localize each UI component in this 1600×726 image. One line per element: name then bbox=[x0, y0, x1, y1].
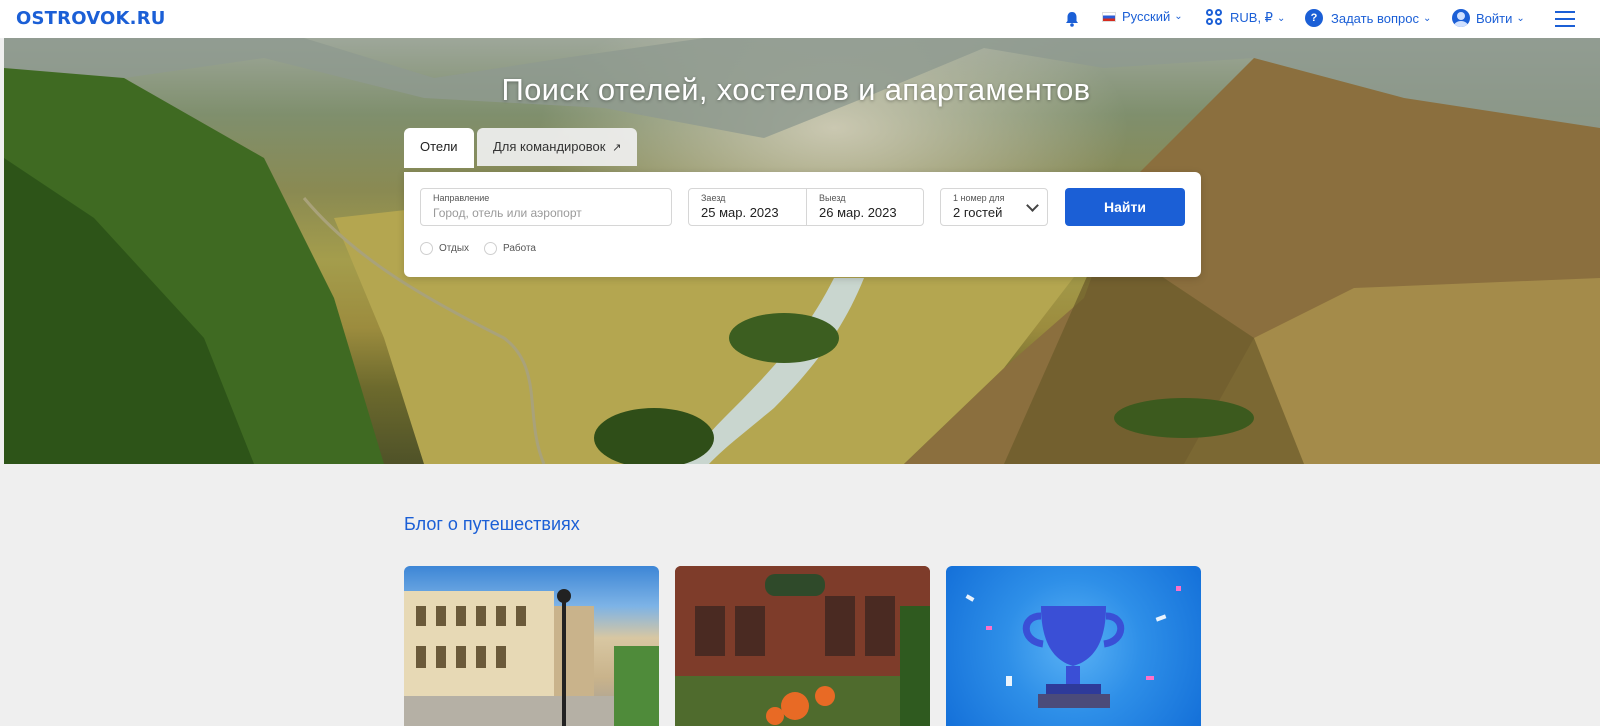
blog-section-title: Блог о путешествиях bbox=[404, 514, 580, 534]
radio-leisure[interactable]: Отдых bbox=[420, 242, 469, 255]
garden-restaurant-photo bbox=[675, 566, 930, 726]
radio-circle bbox=[420, 242, 433, 255]
language-selector[interactable]: Русский ⌄ bbox=[1102, 9, 1183, 24]
radio-work-label: Работа bbox=[503, 243, 536, 254]
checkout-date-field[interactable]: Выезд 26 мар. 2023 bbox=[806, 188, 924, 226]
chevron-down-icon: ⌄ bbox=[1516, 12, 1525, 24]
tab-business-trips-label: Для командировок bbox=[493, 139, 606, 154]
search-button[interactable]: Найти bbox=[1065, 188, 1185, 226]
hero-title: Поиск отелей, хостелов и апартаментов bbox=[501, 72, 1091, 107]
external-link-icon: ↗ bbox=[612, 142, 622, 154]
currency-icon bbox=[1206, 9, 1224, 27]
bell-icon[interactable] bbox=[1063, 10, 1081, 28]
guests-selector[interactable]: 1 номер для 2 гостей bbox=[940, 188, 1048, 226]
help-label: Задать вопрос bbox=[1331, 10, 1419, 26]
question-icon: ? bbox=[1305, 9, 1323, 27]
radio-work[interactable]: Работа bbox=[484, 242, 536, 255]
top-navigation-bar: OSTROVOK.RU Русский ⌄ RUB, ₽ ⌄ ? Задать … bbox=[0, 0, 1600, 38]
chevron-down-icon: ⌄ bbox=[1422, 12, 1432, 24]
tab-business-trips[interactable]: Для командировок ↗ bbox=[477, 128, 638, 166]
russia-flag-icon bbox=[1102, 11, 1116, 22]
site-logo[interactable]: OSTROVOK.RU bbox=[16, 8, 166, 29]
checkin-label: Заезд bbox=[701, 193, 726, 203]
blog-card-garden-restaurant[interactable] bbox=[675, 566, 930, 726]
destination-field[interactable]: Направление Город, отель или аэропорт bbox=[420, 188, 672, 226]
login-label: Войти bbox=[1476, 10, 1513, 26]
checkout-value: 26 мар. 2023 bbox=[819, 205, 897, 220]
radio-leisure-label: Отдых bbox=[439, 243, 470, 254]
help-menu[interactable]: ? Задать вопрос ⌄ bbox=[1305, 9, 1431, 27]
trophy-illustration bbox=[965, 586, 1181, 708]
destination-label: Направление bbox=[433, 193, 490, 203]
radio-circle bbox=[484, 242, 497, 255]
user-icon bbox=[1452, 9, 1470, 27]
hamburger-icon[interactable] bbox=[1555, 11, 1575, 27]
search-form: Направление Город, отель или аэропорт За… bbox=[404, 172, 1201, 277]
checkin-value: 25 мар. 2023 bbox=[701, 205, 779, 220]
language-label: Русский bbox=[1122, 9, 1171, 24]
blog-card-city-street[interactable] bbox=[404, 566, 659, 726]
checkin-date-field[interactable]: Заезд 25 мар. 2023 bbox=[688, 188, 807, 226]
login-menu[interactable]: Войти ⌄ bbox=[1452, 9, 1525, 27]
chevron-down-icon: ⌄ bbox=[1174, 11, 1183, 22]
checkout-label: Выезд bbox=[819, 193, 846, 203]
currency-selector[interactable]: RUB, ₽ ⌄ bbox=[1206, 9, 1285, 27]
currency-label: RUB, ₽ bbox=[1230, 10, 1273, 25]
tab-hotels[interactable]: Отели bbox=[404, 128, 474, 168]
chevron-down-icon: ⌄ bbox=[1276, 12, 1286, 24]
guests-label: 1 номер для bbox=[953, 193, 1005, 203]
blog-card-trophy[interactable] bbox=[946, 566, 1201, 726]
street-photo bbox=[404, 589, 659, 726]
guests-value: 2 гостей bbox=[953, 205, 1003, 220]
destination-placeholder: Город, отель или аэропорт bbox=[433, 206, 582, 220]
